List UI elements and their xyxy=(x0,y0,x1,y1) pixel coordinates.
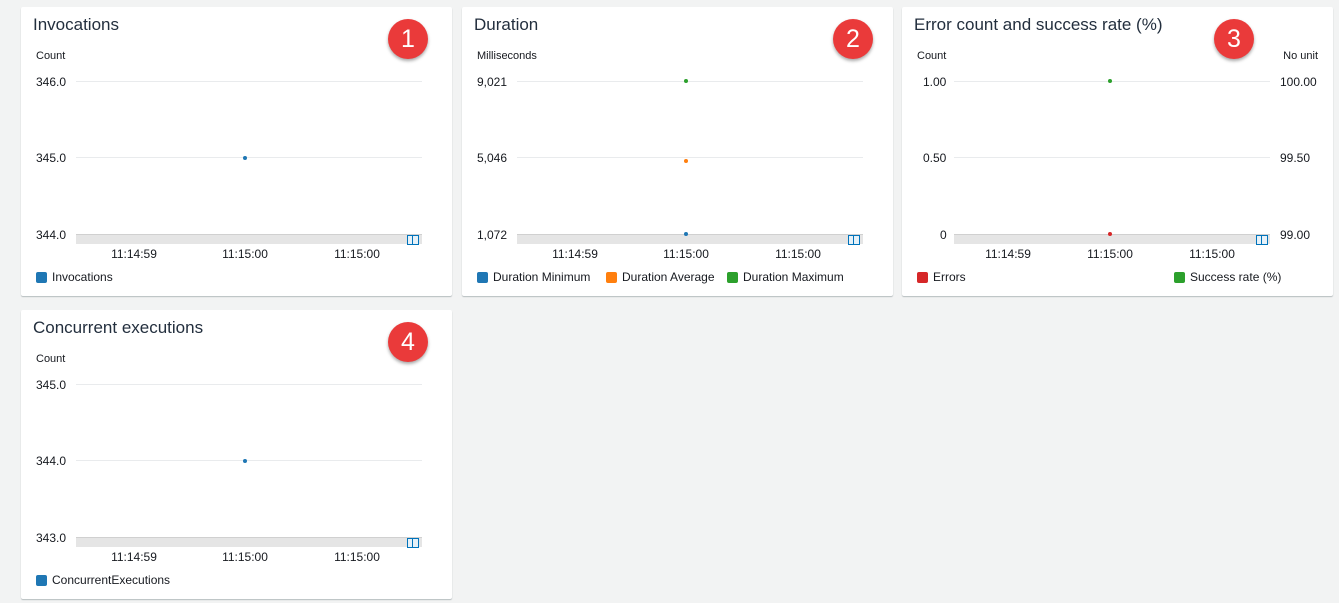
time-range-scrollbar[interactable] xyxy=(954,234,1270,244)
x-tick: 11:15:00 xyxy=(1189,247,1235,261)
y-tick-left: 1.00 xyxy=(923,75,947,89)
y-axis-unit: Count xyxy=(36,353,66,365)
gridline xyxy=(76,157,422,158)
y-tick-right: 100.00 xyxy=(1280,75,1317,89)
y-axis-unit: Count xyxy=(36,50,66,62)
data-point-invocations[interactable] xyxy=(243,155,247,160)
y-tick: 1,072 xyxy=(477,228,508,242)
legend-label: Duration Maximum xyxy=(743,270,844,284)
data-point-duration-maximum[interactable] xyxy=(684,79,688,83)
legend-swatch xyxy=(36,271,47,283)
y-tick: 9,021 xyxy=(477,75,508,89)
y-tick: 345.0 xyxy=(36,378,67,392)
data-point-concurrent-executions[interactable] xyxy=(243,458,247,463)
y-tick-right: 99.00 xyxy=(1280,228,1311,242)
gridline xyxy=(954,81,1270,82)
legend-item-duration-maximum[interactable]: Duration Maximum xyxy=(727,270,844,284)
y-tick: 346.0 xyxy=(36,75,67,89)
gridline xyxy=(954,157,1270,158)
gridline xyxy=(517,81,863,82)
zoom-toggle-icon[interactable] xyxy=(407,235,419,245)
data-point-success-rate[interactable] xyxy=(1108,79,1112,83)
y-axis-unit: Milliseconds xyxy=(477,50,537,62)
widget-title: Invocations xyxy=(33,15,119,34)
y-tick-left: 0.50 xyxy=(923,151,947,165)
x-tick: 11:14:59 xyxy=(985,247,1031,261)
x-tick: 11:14:59 xyxy=(111,247,157,261)
gridline xyxy=(76,460,422,461)
widget-title: Error count and success rate (%) xyxy=(914,15,1163,34)
y-tick-right: 99.50 xyxy=(1280,151,1311,165)
legend-swatch xyxy=(727,271,738,283)
legend-swatch xyxy=(917,271,928,283)
widget-duration: Duration 2 Milliseconds 9,021 5,046 1,07… xyxy=(462,7,893,296)
gridline xyxy=(517,157,863,158)
zoom-toggle-icon[interactable] xyxy=(848,235,860,245)
x-tick: 11:15:00 xyxy=(334,550,380,564)
time-range-scrollbar[interactable] xyxy=(76,537,422,547)
zoom-toggle-icon[interactable] xyxy=(407,538,419,548)
legend-label: Invocations xyxy=(52,270,113,284)
legend-item-duration-minimum[interactable]: Duration Minimum xyxy=(477,270,590,284)
data-point-errors[interactable] xyxy=(1108,232,1112,236)
x-tick: 11:15:00 xyxy=(334,247,380,261)
legend-item-duration-average[interactable]: Duration Average xyxy=(606,270,715,284)
x-tick: 11:14:59 xyxy=(552,247,598,261)
widget-invocations: Invocations 1 Count 346.0 345.0 344.0 11… xyxy=(21,7,452,296)
legend-label: ConcurrentExecutions xyxy=(52,573,171,587)
legend-swatch xyxy=(477,271,488,283)
widget-concurrent-executions: Concurrent executions 4 Count 345.0 344.… xyxy=(21,310,452,599)
legend-item-invocations[interactable]: Invocations xyxy=(36,270,113,284)
x-tick: 11:15:00 xyxy=(222,550,268,564)
widget-error-count-success-rate: Error count and success rate (%) 3 Count… xyxy=(902,7,1333,296)
legend-label: Duration Minimum xyxy=(493,270,591,284)
y-tick: 344.0 xyxy=(36,228,67,242)
legend-item-errors[interactable]: Errors xyxy=(917,270,966,284)
legend-swatch xyxy=(36,574,47,586)
y-tick: 343.0 xyxy=(36,531,67,545)
x-tick: 11:15:00 xyxy=(1087,247,1133,261)
widget-title: Concurrent executions xyxy=(33,318,204,337)
data-point-duration-average[interactable] xyxy=(684,159,688,164)
callout-badge: 4 xyxy=(388,322,428,362)
y-axis-unit-left: Count xyxy=(917,50,947,62)
y-tick-left: 0 xyxy=(940,228,947,242)
callout-badge: 1 xyxy=(388,19,428,59)
x-tick: 11:15:00 xyxy=(775,247,821,261)
callout-badge: 3 xyxy=(1214,19,1254,59)
data-point-duration-minimum[interactable] xyxy=(684,232,688,236)
gridline xyxy=(76,384,422,385)
y-tick: 344.0 xyxy=(36,454,67,468)
legend-swatch xyxy=(606,271,617,283)
y-tick: 5,046 xyxy=(477,151,508,165)
legend-label: Success rate (%) xyxy=(1190,270,1282,284)
legend-label: Duration Average xyxy=(622,270,715,284)
widget-title: Duration xyxy=(474,15,539,34)
legend-item-success-rate[interactable]: Success rate (%) xyxy=(1174,270,1281,284)
legend-swatch xyxy=(1174,271,1185,283)
x-tick: 11:15:00 xyxy=(663,247,709,261)
x-tick: 11:15:00 xyxy=(222,247,268,261)
y-tick: 345.0 xyxy=(36,151,67,165)
legend-item-concurrent-executions[interactable]: ConcurrentExecutions xyxy=(36,573,170,587)
y-axis-unit-right: No unit xyxy=(1283,50,1318,62)
x-tick: 11:14:59 xyxy=(111,550,157,564)
time-range-scrollbar[interactable] xyxy=(76,234,422,244)
zoom-toggle-icon[interactable] xyxy=(1256,235,1268,245)
legend-label: Errors xyxy=(933,270,966,284)
time-range-scrollbar[interactable] xyxy=(517,234,863,244)
callout-badge: 2 xyxy=(833,19,873,59)
gridline xyxy=(76,81,422,82)
